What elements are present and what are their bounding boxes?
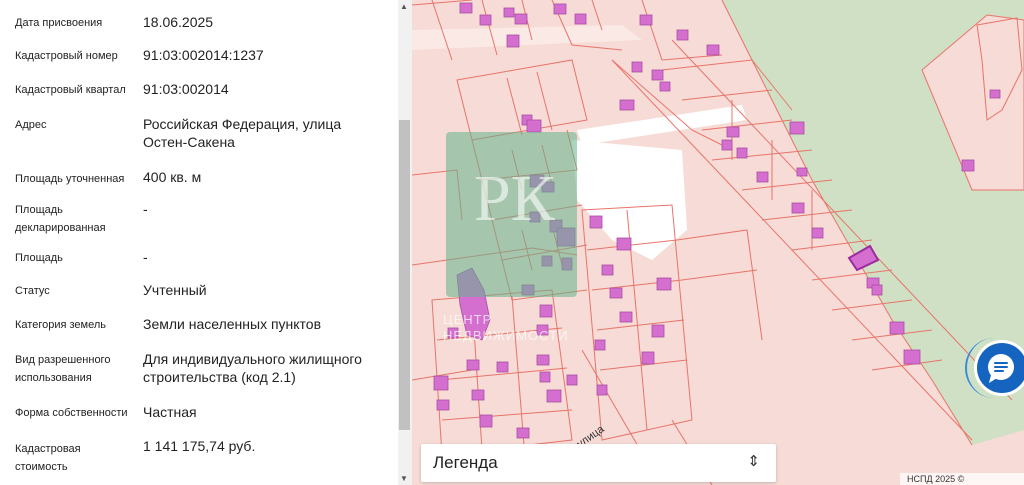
- detail-row: Форма собственности Частная: [0, 403, 398, 423]
- detail-row: Дата присвоения 18.06.2025: [0, 12, 398, 32]
- cadastral-map[interactable]: РК улица: [412, 0, 1024, 485]
- detail-row: Вид разрешенного использования Для индив…: [0, 350, 398, 388]
- chat-bubble-icon: [988, 354, 1014, 383]
- detail-value: 91:03:002014: [143, 81, 229, 97]
- detail-label: Вид разрешенного использования: [15, 354, 111, 384]
- scroll-up-arrow-icon[interactable]: ▲: [400, 2, 408, 11]
- detail-row: Статус Учтенный: [0, 281, 398, 301]
- detail-value: Частная: [143, 404, 197, 420]
- detail-label: Кадастровый номер: [15, 50, 118, 62]
- detail-label: Категория земель: [15, 319, 106, 331]
- watermark-line1: ЦЕНТР: [443, 312, 493, 327]
- map-attribution: НСПД 2025 ©: [900, 473, 1024, 485]
- watermark-line2: НЕДВИЖИМОСТИ: [443, 328, 569, 343]
- detail-row: Площадь -: [0, 249, 398, 269]
- legend-label: Легенда: [433, 453, 498, 472]
- detail-label: Кадастровый квартал: [15, 84, 126, 96]
- detail-label: Дата присвоения: [15, 17, 103, 29]
- watermark-letter-r: РК: [474, 162, 556, 235]
- detail-label: Кадастровая стоимость: [15, 443, 81, 473]
- detail-row: Площадь уточненная 400 кв. м: [0, 168, 398, 188]
- detail-row: Кадастровый номер 91:03:002014:1237: [0, 45, 398, 65]
- detail-row: Адрес Российская Федерация, улица Остен-…: [0, 114, 398, 154]
- detail-value: -: [143, 249, 148, 265]
- detail-value: 91:03:002014:1237: [143, 47, 264, 63]
- details-panel: Дата присвоения 18.06.2025 Кадастровый н…: [0, 0, 398, 485]
- chat-button[interactable]: [977, 343, 1024, 393]
- detail-value: Российская Федерация, улица Остен-Сакена: [143, 116, 342, 150]
- detail-label: Статус: [15, 285, 50, 297]
- detail-value: Учтенный: [143, 282, 207, 298]
- detail-value: 1 141 175,74 руб.: [143, 438, 256, 454]
- detail-label: Площадь уточненная: [15, 173, 125, 185]
- detail-value: Земли населенных пунктов: [143, 316, 322, 332]
- detail-value: 400 кв. м: [143, 169, 202, 185]
- legend-dropdown[interactable]: Легенда ⇕: [421, 444, 776, 482]
- detail-row: Кадастровая стоимость 1 141 175,74 руб.: [0, 438, 398, 477]
- chevron-up-down-icon[interactable]: ⇕: [747, 452, 760, 470]
- detail-label: Площадь декларированная: [15, 204, 106, 234]
- map-canvas[interactable]: РК улица: [412, 0, 1024, 485]
- detail-label: Адрес: [15, 119, 47, 131]
- detail-row: Площадь декларированная -: [0, 200, 398, 238]
- scroll-down-arrow-icon[interactable]: ▼: [400, 474, 408, 483]
- detail-row: Кадастровый квартал 91:03:002014: [0, 79, 398, 99]
- detail-label: Форма собственности: [15, 407, 128, 419]
- panel-scrollbar[interactable]: ▲ ▼: [398, 0, 412, 485]
- detail-value: Для индивидуального жилищного строительс…: [143, 351, 362, 385]
- detail-label: Площадь: [15, 252, 63, 264]
- detail-value: 18.06.2025: [143, 14, 214, 30]
- detail-value: -: [143, 201, 148, 217]
- scrollbar-thumb[interactable]: [399, 120, 410, 430]
- detail-row: Категория земель Земли населенных пункто…: [0, 315, 398, 335]
